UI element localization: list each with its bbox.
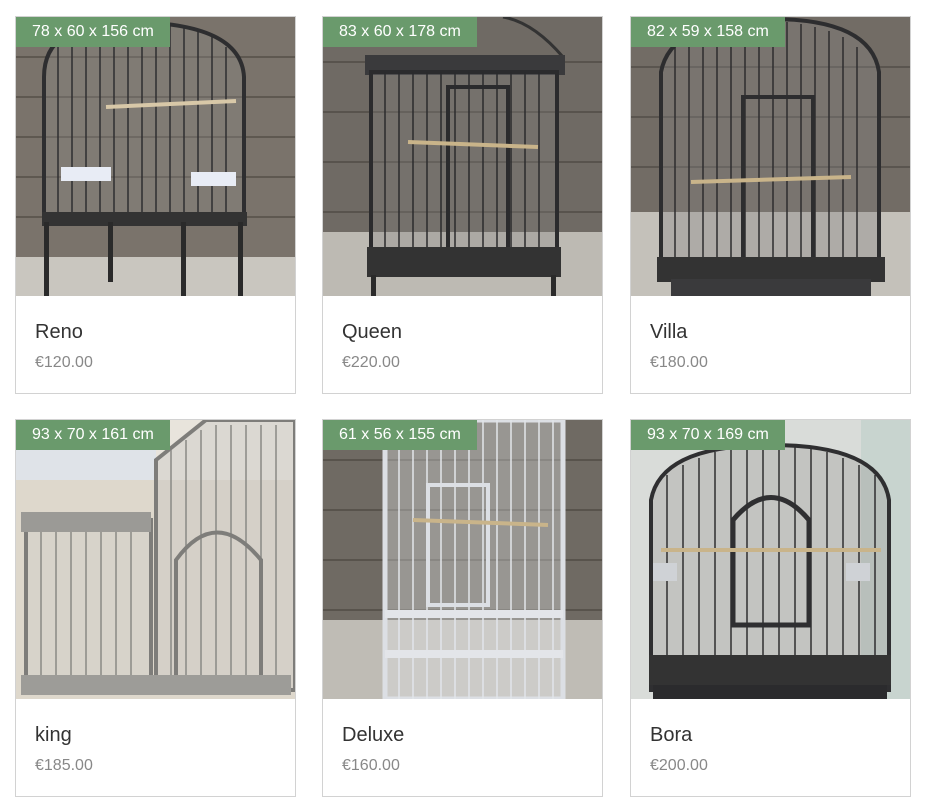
- product-name[interactable]: king: [35, 724, 72, 747]
- dimensions-badge: 93 x 70 x 161 cm: [16, 420, 170, 450]
- dimensions-badge: 61 x 56 x 155 cm: [323, 420, 477, 450]
- product-price: €185.00: [35, 757, 93, 774]
- product-image[interactable]: 93 x 70 x 169 cm: [631, 420, 910, 699]
- product-image[interactable]: 78 x 60 x 156 cm: [16, 17, 295, 296]
- product-price: €180.00: [650, 354, 708, 371]
- product-name[interactable]: Deluxe: [342, 724, 404, 747]
- dimensions-badge: 83 x 60 x 178 cm: [323, 17, 477, 47]
- product-card-villa[interactable]: 82 x 59 x 158 cm Villa €180.00: [630, 16, 911, 394]
- product-image[interactable]: 61 x 56 x 155 cm: [323, 420, 602, 699]
- product-price: €120.00: [35, 354, 93, 371]
- product-info: Bora €200.00: [631, 700, 910, 796]
- product-grid: 78 x 60 x 156 cm Reno €120.00 83 x 60 x …: [0, 0, 927, 811]
- dimensions-badge: 93 x 70 x 169 cm: [631, 420, 785, 450]
- product-info: Deluxe €160.00: [323, 700, 602, 796]
- product-card-reno[interactable]: 78 x 60 x 156 cm Reno €120.00: [15, 16, 296, 394]
- product-price: €220.00: [342, 354, 400, 371]
- product-card-bora[interactable]: 93 x 70 x 169 cm Bora €200.00: [630, 419, 911, 797]
- product-name[interactable]: Queen: [342, 321, 402, 344]
- dimensions-badge: 82 x 59 x 158 cm: [631, 17, 785, 47]
- product-image[interactable]: 83 x 60 x 178 cm: [323, 17, 602, 296]
- dimensions-badge: 78 x 60 x 156 cm: [16, 17, 170, 47]
- product-info: Reno €120.00: [16, 297, 295, 393]
- product-card-queen[interactable]: 83 x 60 x 178 cm Queen €220.00: [322, 16, 603, 394]
- product-info: Queen €220.00: [323, 297, 602, 393]
- product-card-king[interactable]: 93 x 70 x 161 cm king €185.00: [15, 419, 296, 797]
- product-price: €160.00: [342, 757, 400, 774]
- product-card-deluxe[interactable]: 61 x 56 x 155 cm Deluxe €160.00: [322, 419, 603, 797]
- product-info: Villa €180.00: [631, 297, 910, 393]
- product-info: king €185.00: [16, 700, 295, 796]
- product-name[interactable]: Villa: [650, 321, 687, 344]
- product-name[interactable]: Bora: [650, 724, 692, 747]
- product-image[interactable]: 93 x 70 x 161 cm: [16, 420, 295, 699]
- product-price: €200.00: [650, 757, 708, 774]
- product-name[interactable]: Reno: [35, 321, 83, 344]
- product-image[interactable]: 82 x 59 x 158 cm: [631, 17, 910, 296]
